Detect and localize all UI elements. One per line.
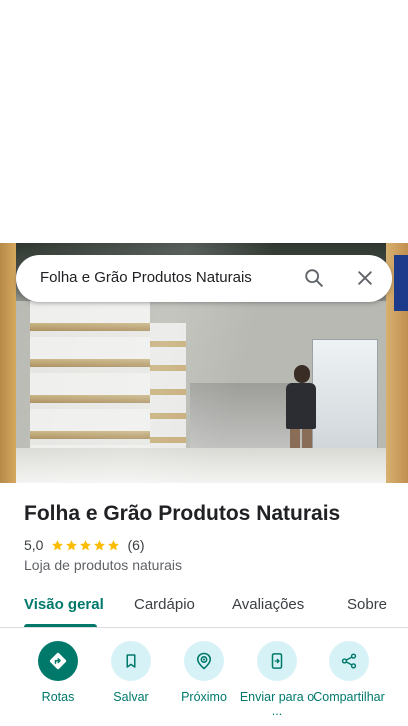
nearby-button-circle[interactable]: [184, 641, 224, 681]
tab-overview[interactable]: Visão geral: [24, 596, 104, 613]
search-button[interactable]: [299, 263, 329, 293]
photo-poster: [394, 255, 408, 311]
star-icon: [80, 539, 92, 550]
share-icon: [341, 653, 357, 669]
search-input[interactable]: Folha e Grão Produtos Naturais: [40, 269, 252, 286]
rating-row[interactable]: 5,0 (6): [24, 536, 145, 554]
place-category[interactable]: Loja de produtos naturais: [24, 557, 182, 573]
share-label: Compartilhar: [313, 690, 385, 704]
send-to-phone-button-circle[interactable]: [257, 641, 297, 681]
directions-icon: [49, 652, 67, 670]
tab-about[interactable]: Sobre: [347, 596, 387, 613]
send-to-phone-label: Enviar para o ...: [239, 690, 315, 718]
review-count[interactable]: (6): [127, 537, 144, 553]
bookmark-icon: [126, 654, 136, 668]
share-button[interactable]: Compartilhar: [309, 641, 389, 726]
directions-button[interactable]: Rotas: [18, 641, 98, 726]
rating-value: 5,0: [24, 537, 44, 553]
tab-reviews[interactable]: Avaliações: [232, 596, 304, 613]
save-button-circle[interactable]: [111, 641, 151, 681]
star-icon: [66, 539, 78, 550]
place-title: Folha e Grão Produtos Naturais: [24, 502, 341, 525]
search-icon: [305, 269, 323, 287]
search-bar[interactable]: Folha e Grão Produtos Naturais: [16, 255, 392, 302]
rating-stars: [51, 539, 121, 552]
star-icon: [52, 539, 64, 550]
directions-label: Rotas: [41, 690, 75, 704]
nearby-label: Próximo: [181, 690, 227, 704]
send-to-phone-icon: [271, 653, 283, 669]
save-button[interactable]: Salvar: [91, 641, 171, 726]
directions-button-circle[interactable]: [38, 641, 78, 681]
close-icon: [358, 271, 372, 285]
tab-bar: Visão geral Cardápio Avaliações Sobre: [0, 584, 408, 628]
share-button-circle[interactable]: [329, 641, 369, 681]
star-icon: [94, 539, 106, 550]
send-to-phone-button[interactable]: Enviar para o ...: [237, 641, 317, 726]
place-page: Folha e Grão Produtos Naturais Folha e G…: [0, 0, 408, 726]
star-icon: [108, 539, 120, 550]
save-label: Salvar: [113, 690, 149, 704]
nearby-icon: [196, 652, 212, 670]
active-tab-indicator: [24, 624, 97, 627]
nearby-button[interactable]: Próximo: [164, 641, 244, 726]
photo-left-wall: [0, 243, 16, 483]
tab-menu[interactable]: Cardápio: [134, 596, 195, 613]
close-button[interactable]: [350, 263, 380, 293]
